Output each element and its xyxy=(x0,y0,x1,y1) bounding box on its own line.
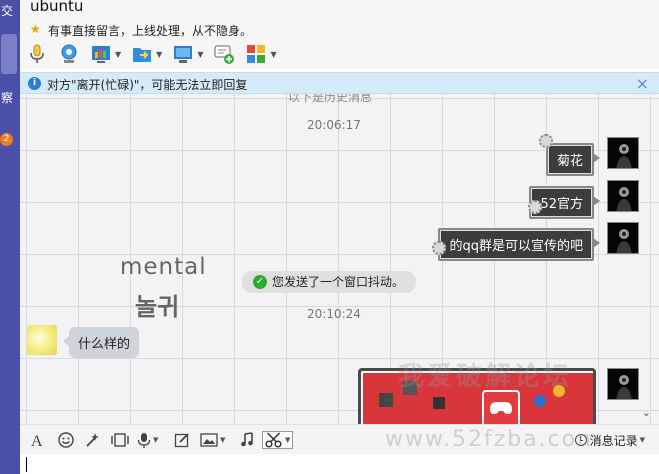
voice-button[interactable]: ▼ xyxy=(137,431,158,449)
send-file-icon xyxy=(133,48,152,62)
background-watermark: 놀귀 xyxy=(135,293,180,321)
music-button[interactable] xyxy=(239,431,255,449)
app-grid-icon xyxy=(247,45,266,63)
app-chart-button[interactable]: ▼ xyxy=(90,41,121,67)
send-file-button[interactable]: ▼ xyxy=(131,41,162,67)
info-icon: i xyxy=(28,77,41,90)
message-bubble-received[interactable]: 什么样的 xyxy=(62,327,140,358)
site-watermark: 我爱破解论坛 xyxy=(398,362,573,392)
chat-toolbar: ▼ ▼ ▼ ▼ xyxy=(26,40,287,68)
sidebar-tab-top[interactable]: 交 xyxy=(0,2,20,19)
svg-text:A: A xyxy=(31,433,43,448)
left-sidebar: 交 察 2 xyxy=(0,0,20,474)
app-chart-icon xyxy=(92,46,110,63)
contact-status: 有事直接留言，上线处理，从不隐身。 xyxy=(48,24,253,38)
message-bubble-sent[interactable]: 菊花 xyxy=(545,143,601,176)
timestamp: 20:10:24 xyxy=(307,307,361,321)
away-notice-text: 对方"离开(忙碌)"，可能无法立即回复 xyxy=(47,78,248,92)
avatar[interactable] xyxy=(607,368,639,400)
microphone-icon xyxy=(30,44,44,63)
history-tip: 以下是历史消息 xyxy=(288,94,373,104)
shake-icon xyxy=(111,433,129,447)
unread-badge: 2 xyxy=(0,133,13,146)
font-icon: A xyxy=(31,433,43,448)
chat-header: ubuntu ★ 有事直接留言，上线处理，从不隐身。 ▼ ▼ ▼ ▼ xyxy=(20,0,659,70)
shake-button[interactable] xyxy=(110,431,130,449)
chevron-down-icon[interactable]: ▼ xyxy=(197,50,203,59)
video-camera-icon xyxy=(61,44,77,63)
screenshot-icon xyxy=(265,432,282,448)
add-chat-icon xyxy=(214,45,235,64)
add-chat-button[interactable] xyxy=(213,41,235,67)
edit-icon xyxy=(174,433,189,448)
check-icon: ✓ xyxy=(253,275,267,289)
close-icon[interactable]: × xyxy=(636,74,649,93)
avatar[interactable] xyxy=(607,137,639,169)
timestamp: 20:06:17 xyxy=(307,118,361,132)
system-message-text: 您发送了一个窗口抖动。 xyxy=(272,275,405,289)
magic-icon xyxy=(86,433,99,447)
text-caret xyxy=(26,457,27,472)
gear-icon xyxy=(432,241,446,255)
chevron-down-icon: ▼ xyxy=(639,436,645,444)
microphone-button[interactable] xyxy=(26,41,48,67)
emoji-button[interactable] xyxy=(58,431,74,449)
voice-icon xyxy=(137,433,151,448)
remote-desktop-button[interactable]: ▼ xyxy=(172,41,203,67)
contact-name[interactable]: ubuntu xyxy=(30,0,83,15)
star-icon: ★ xyxy=(30,22,41,36)
gear-icon xyxy=(539,134,553,148)
away-notice-bar: i 对方"离开(忙碌)"，可能无法立即回复 × xyxy=(20,72,659,94)
music-icon xyxy=(241,432,253,447)
chevron-down-icon[interactable]: ▼ xyxy=(156,50,162,59)
video-button[interactable] xyxy=(58,41,80,67)
gear-icon xyxy=(528,200,542,214)
chevron-down-icon[interactable]: ▼ xyxy=(115,50,121,59)
sidebar-tab-mid[interactable]: 察 xyxy=(0,89,20,106)
edit-button[interactable] xyxy=(174,431,190,449)
font-button[interactable]: A xyxy=(30,431,46,449)
remote-desktop-icon xyxy=(174,46,193,63)
message-bubble-sent[interactable]: 的qq群是可以宣传的吧 xyxy=(438,228,600,261)
system-message: ✓ 您发送了一个窗口抖动。 xyxy=(242,271,417,293)
message-input[interactable] xyxy=(20,454,659,474)
sidebar-active-tab[interactable] xyxy=(1,34,17,74)
chevron-down-icon[interactable]: ▼ xyxy=(220,436,225,444)
chevron-down-icon[interactable]: ▼ xyxy=(270,50,276,59)
magic-button[interactable] xyxy=(84,431,100,449)
image-button[interactable]: ▼ xyxy=(200,431,225,449)
site-watermark: www.52fzba.com xyxy=(385,427,601,452)
emoji-icon xyxy=(58,432,74,448)
avatar[interactable] xyxy=(607,180,639,212)
chevron-down-icon[interactable]: ⌄ xyxy=(642,406,651,419)
screenshot-button[interactable]: ▼ xyxy=(262,431,294,449)
app-grid-button[interactable]: ▼ xyxy=(245,41,277,67)
background-watermark: mental xyxy=(120,254,207,280)
avatar[interactable] xyxy=(607,222,639,254)
chevron-down-icon[interactable]: ▼ xyxy=(153,436,158,444)
avatar[interactable] xyxy=(27,325,57,355)
chevron-down-icon[interactable]: ▼ xyxy=(285,436,290,444)
image-icon xyxy=(200,433,218,447)
